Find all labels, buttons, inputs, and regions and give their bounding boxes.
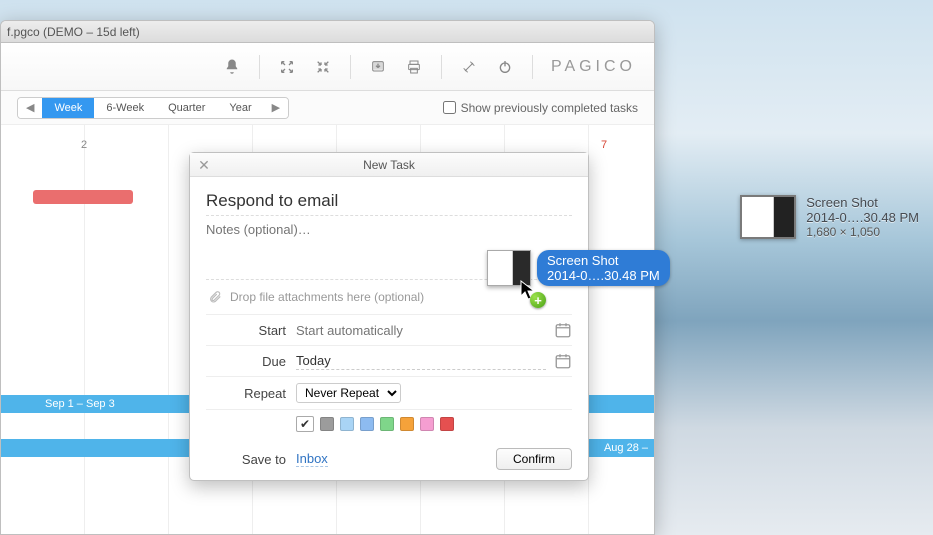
close-icon[interactable]: ✕ <box>196 157 212 173</box>
color-swatch[interactable] <box>360 417 374 431</box>
file-label: Screen Shot 2014-0….30.48 PM 1,680 × 1,0… <box>806 195 919 239</box>
power-icon[interactable] <box>496 58 514 76</box>
saveto-label: Save to <box>206 452 286 467</box>
tools-icon[interactable] <box>460 58 478 76</box>
task-title-input[interactable] <box>206 187 572 216</box>
desktop-file[interactable]: Screen Shot 2014-0….30.48 PM 1,680 × 1,0… <box>740 195 919 239</box>
expand-icon[interactable] <box>278 58 296 76</box>
tab-week[interactable]: Week <box>42 98 94 118</box>
prev-button[interactable]: ◀ <box>18 98 42 118</box>
window-title: f.pgco (DEMO – 15d left) <box>7 25 140 39</box>
download-icon[interactable] <box>369 58 387 76</box>
date-nav: ◀ Week 6-Week Quarter Year ▶ <box>17 97 289 119</box>
file-thumbnail <box>740 195 796 239</box>
due-input[interactable]: Today <box>296 353 546 370</box>
color-picker: ✔ <box>296 416 572 432</box>
print-icon[interactable] <box>405 58 423 76</box>
saveto-link[interactable]: Inbox <box>296 451 328 467</box>
tab-quarter[interactable]: Quarter <box>156 98 217 118</box>
toolbar-divider <box>259 55 260 79</box>
show-completed-toggle[interactable]: Show previously completed tasks <box>443 101 638 115</box>
next-button[interactable]: ▶ <box>264 98 288 118</box>
new-task-dialog: ✕ New Task Drop file attachments here (o… <box>189 152 589 481</box>
toolbar: PAGICO <box>1 43 654 91</box>
collapse-icon[interactable] <box>314 58 332 76</box>
calendar-icon[interactable] <box>554 352 572 370</box>
drag-filename-badge: Screen Shot2014-0….30.48 PM <box>537 250 670 286</box>
day-number: 7 <box>601 139 607 151</box>
confirm-button[interactable]: Confirm <box>496 448 572 470</box>
toolbar-divider <box>532 55 533 79</box>
calendar-icon[interactable] <box>554 321 572 339</box>
day-number: 2 <box>81 139 87 151</box>
toolbar-divider <box>441 55 442 79</box>
color-swatch[interactable] <box>420 417 434 431</box>
repeat-select[interactable]: Never Repeat <box>296 383 401 403</box>
color-swatch[interactable] <box>440 417 454 431</box>
brand-label: PAGICO <box>551 58 636 76</box>
color-swatch[interactable] <box>400 417 414 431</box>
show-completed-checkbox[interactable] <box>443 101 456 114</box>
drop-plus-icon: + <box>530 292 546 308</box>
due-label: Due <box>206 354 286 369</box>
attachment-hint: Drop file attachments here (optional) <box>230 290 424 304</box>
dialog-header[interactable]: ✕ New Task <box>190 153 588 177</box>
start-label: Start <box>206 323 286 338</box>
view-bar: ◀ Week 6-Week Quarter Year ▶ Show previo… <box>1 91 654 125</box>
repeat-label: Repeat <box>206 386 286 401</box>
color-swatch[interactable] <box>340 417 354 431</box>
tab-year[interactable]: Year <box>217 98 263 118</box>
start-input[interactable] <box>296 323 546 338</box>
default-color-check[interactable]: ✔ <box>296 416 314 432</box>
color-swatch[interactable] <box>320 417 334 431</box>
tab-6week[interactable]: 6-Week <box>94 98 156 118</box>
drag-ghost: Screen Shot2014-0….30.48 PM <box>487 250 670 286</box>
toolbar-divider <box>350 55 351 79</box>
bell-icon[interactable] <box>223 58 241 76</box>
drag-thumbnail <box>487 250 531 286</box>
show-completed-label: Show previously completed tasks <box>461 101 638 115</box>
dialog-title: New Task <box>363 158 415 172</box>
color-swatch[interactable] <box>380 417 394 431</box>
paperclip-icon <box>208 290 222 304</box>
window-titlebar[interactable]: f.pgco (DEMO – 15d left) <box>1 21 654 43</box>
timeline-task-bar[interactable] <box>33 190 133 204</box>
